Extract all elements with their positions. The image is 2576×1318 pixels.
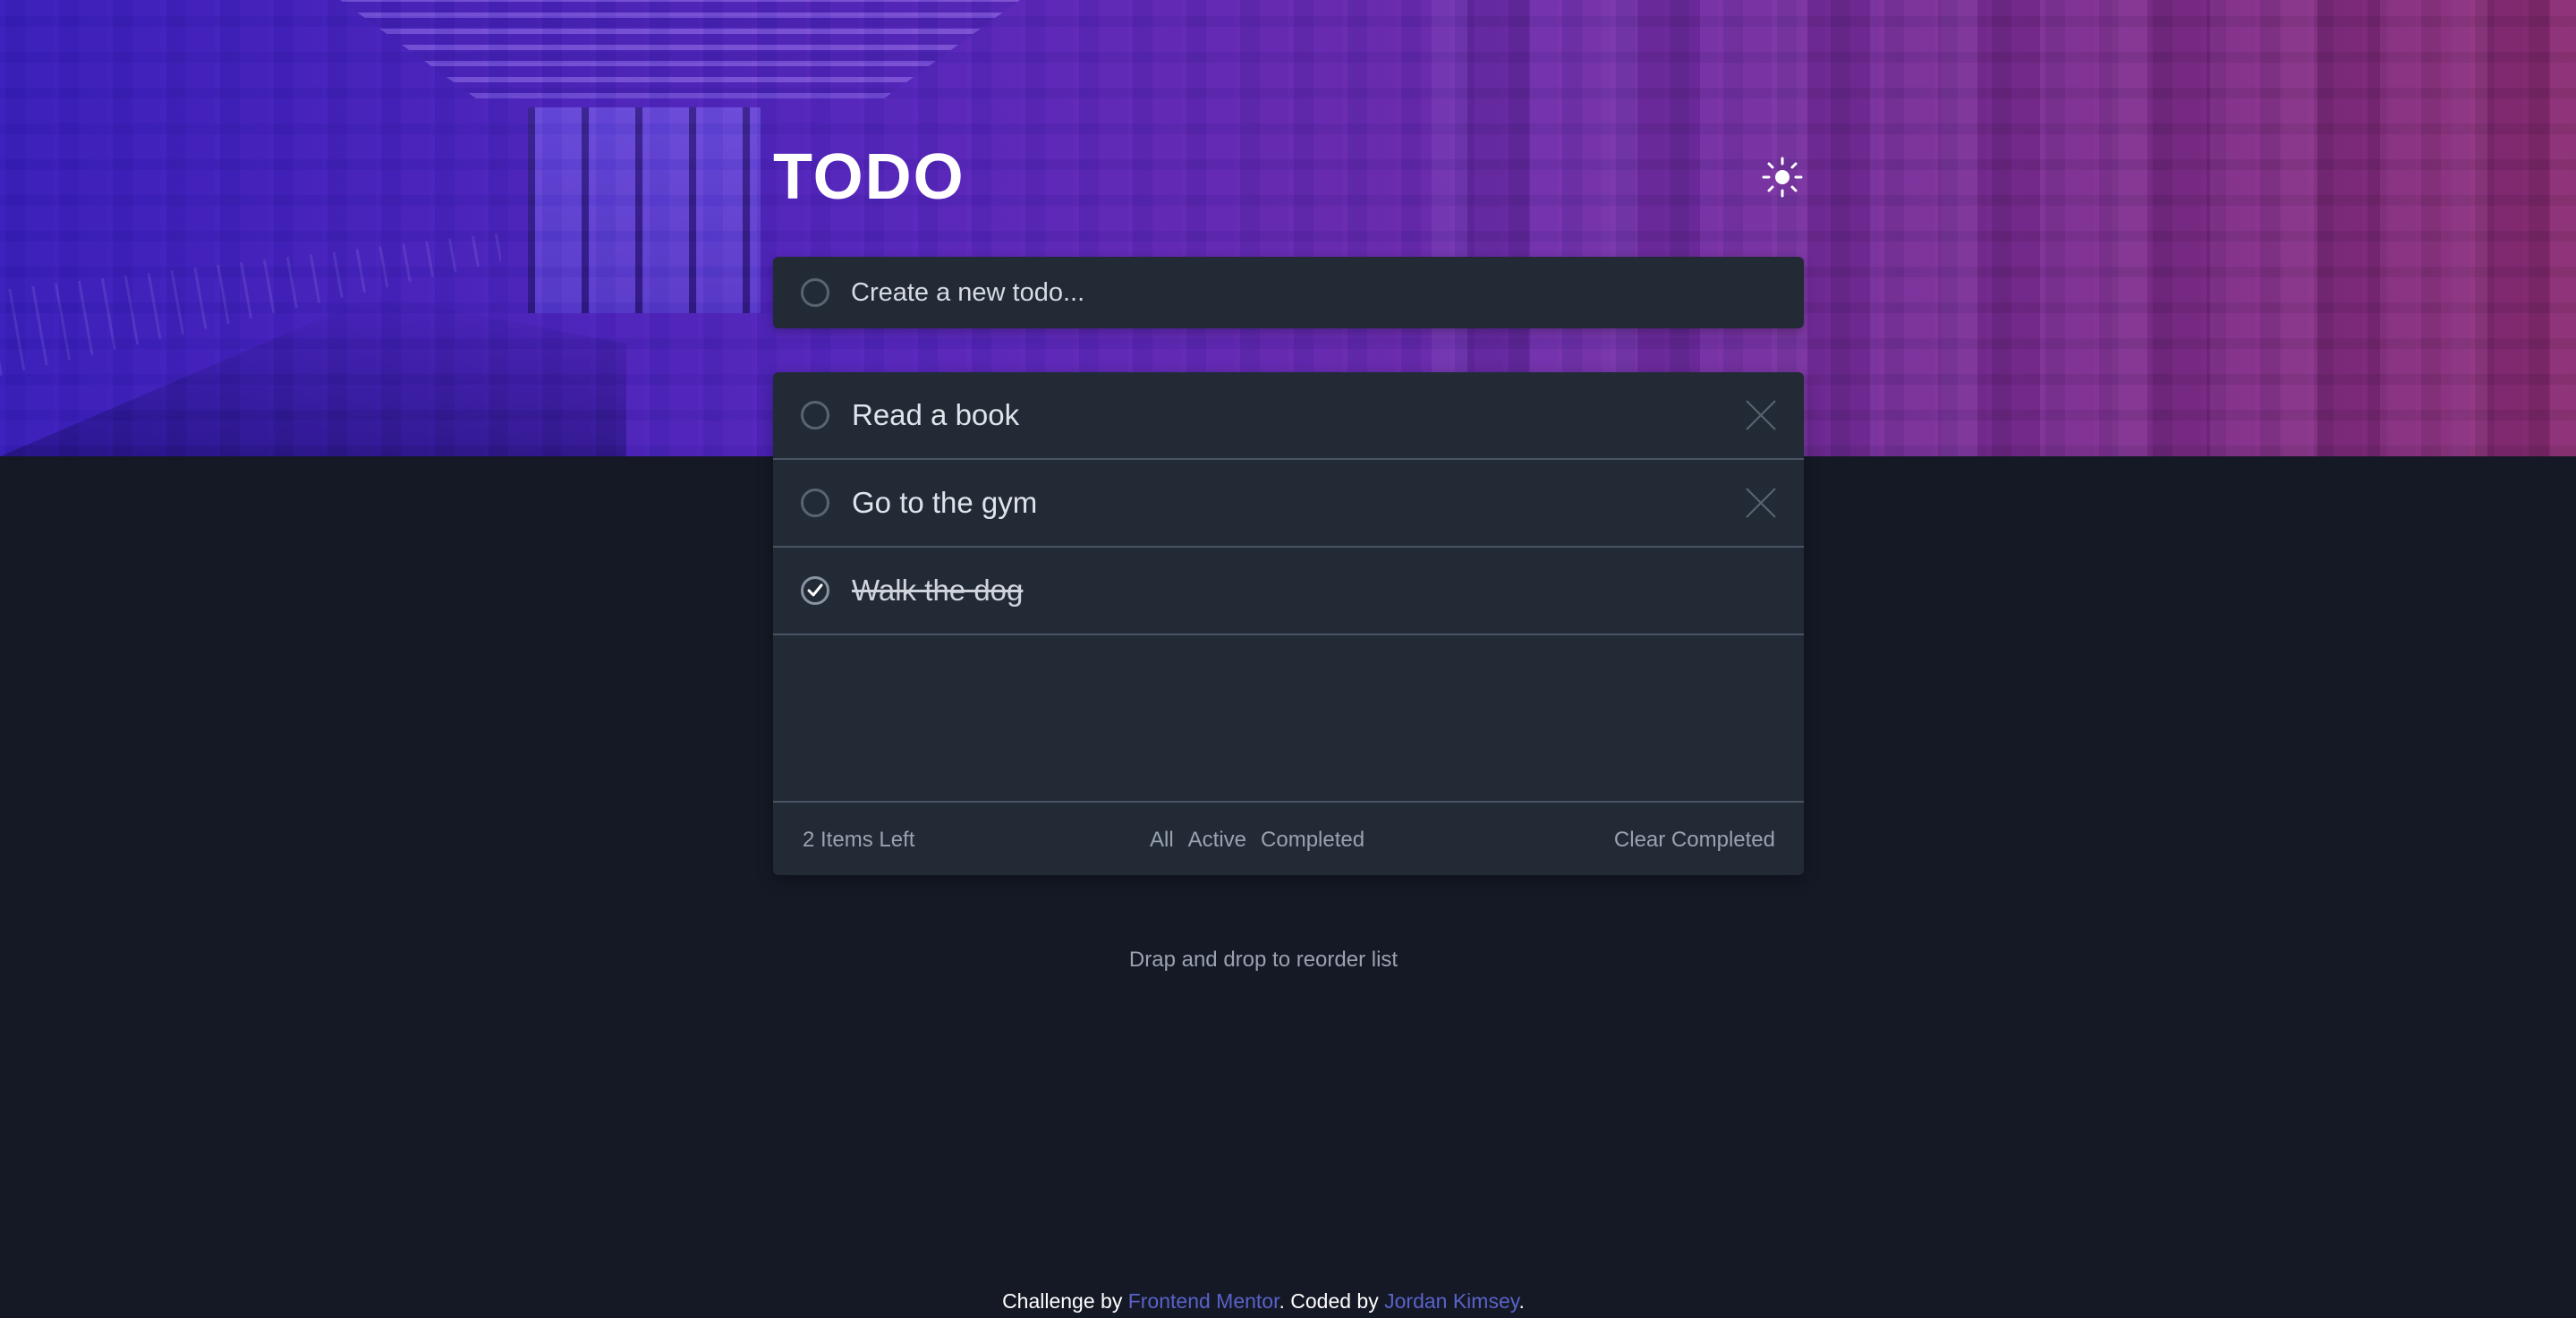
attribution: Challenge by Frontend Mentor. Coded by J… (0, 1289, 2527, 1314)
theme-toggle-button[interactable] (1761, 156, 1804, 199)
attribution-middle: . Coded by (1279, 1289, 1385, 1313)
close-icon (1746, 400, 1776, 430)
todo-checked-circle[interactable] (801, 576, 829, 605)
checkmark-icon (807, 583, 823, 597)
todo-item[interactable]: Go to the gym (773, 460, 1804, 548)
todo-check-circle[interactable] (801, 401, 829, 429)
close-icon (1746, 488, 1776, 518)
filter-all[interactable]: All (1150, 828, 1174, 855)
header: TODO (773, 145, 1804, 209)
todo-item[interactable]: Read a book (773, 372, 1804, 460)
page-title: TODO (773, 141, 965, 213)
todo-list: Read a book Go to the gym Walk the dog 2… (773, 372, 1804, 875)
attribution-suffix: . (1518, 1289, 1525, 1313)
author-link[interactable]: Jordan Kimsey (1384, 1289, 1518, 1313)
new-todo-bar (773, 257, 1804, 328)
todo-label: Read a book (852, 398, 1020, 431)
filter-active[interactable]: Active (1188, 828, 1246, 855)
todo-check-circle[interactable] (801, 489, 829, 517)
todo-label: Walk the dog (852, 574, 1024, 607)
attribution-prefix: Challenge by (1002, 1289, 1128, 1313)
todo-item-completed[interactable]: Walk the dog (773, 548, 1804, 635)
todo-label: Go to the gym (852, 486, 1038, 519)
new-todo-check-circle[interactable] (801, 278, 829, 307)
reorder-hint: Drap and drop to reorder list (1128, 948, 1399, 972)
delete-todo-button[interactable] (1745, 399, 1777, 431)
delete-todo-button[interactable] (1745, 487, 1777, 519)
sun-icon (1762, 157, 1803, 198)
filter-group: All Active Completed (1150, 828, 1365, 855)
items-left-count: 2 Items Left (803, 828, 915, 852)
clear-completed-button[interactable]: Clear Completed (1614, 828, 1775, 853)
filter-completed[interactable]: Completed (1261, 828, 1365, 855)
new-todo-input[interactable] (851, 273, 1781, 312)
list-footer: 2 Items Left All Active Completed Clear … (773, 801, 1804, 875)
frontend-mentor-link[interactable]: Frontend Mentor (1128, 1289, 1279, 1313)
